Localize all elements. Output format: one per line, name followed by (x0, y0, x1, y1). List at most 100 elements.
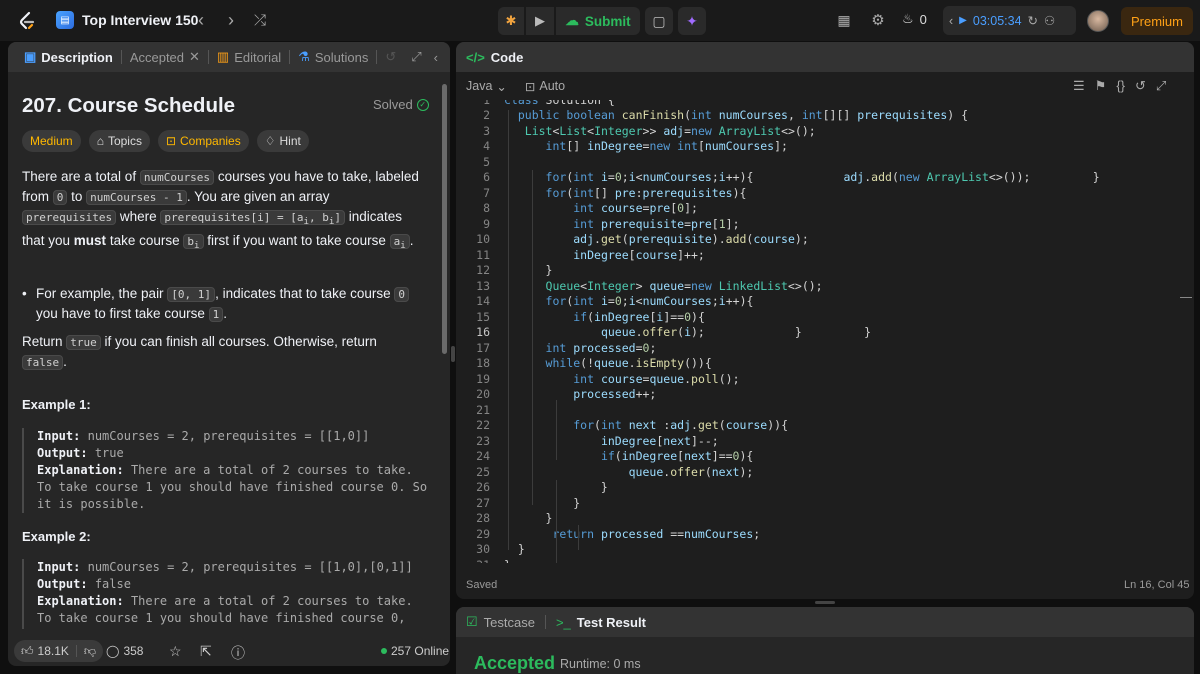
timer-value: 03:05:34 (972, 13, 1022, 28)
description-content: 207. Course Schedule Solved ✓ Medium ⌂ To… (8, 72, 442, 629)
code-panel: </> Code Java⌄ ⊡Auto ☰ ⚑ {} ↺ ⤢ 1class S… (456, 42, 1194, 599)
autocomplete-label: Auto (539, 78, 566, 93)
code-line: 12 } (476, 263, 553, 277)
code-panel-header: </> Code (456, 42, 1194, 72)
chevron-right-icon[interactable]: › (223, 10, 239, 30)
language-select[interactable]: Java ⌄ (466, 79, 507, 94)
cursor-position: Ln 16, Col 45 (1124, 579, 1190, 591)
code-line: 1class Solution { (456, 100, 1194, 108)
like-count: 18.1K (37, 644, 69, 658)
close-icon[interactable]: ✕ (189, 49, 200, 65)
shuffle-icon[interactable]: ⤮ (250, 10, 270, 30)
description-tabs: ▣ Description Accepted ✕ ▥ Editorial ⚗ S… (8, 42, 450, 72)
submit-button[interactable]: ☁ Submit (556, 7, 640, 35)
divider (544, 615, 546, 629)
braces-icon[interactable]: {} (1116, 78, 1125, 94)
expand-button[interactable]: ⤢ (405, 42, 427, 72)
like-button[interactable]: 👍︎ 18.1K 👎︎ (14, 640, 104, 662)
panel-resize-handle[interactable] (451, 346, 455, 362)
code-line: 19 int course=queue.poll(); (476, 371, 740, 386)
online-count: 257 Online (381, 644, 449, 658)
cloud-upload-icon: ☁ (565, 13, 579, 28)
help-icon[interactable]: ⓘ (231, 643, 245, 663)
tag-label: Companies (180, 134, 241, 148)
hint-tag[interactable]: ♢ Hint (256, 130, 309, 152)
code-line: 5 (483, 154, 490, 169)
timer-widget[interactable]: ‹ ▶ 03:05:34 ↻ ⚇ (943, 6, 1076, 35)
scrollbar[interactable] (442, 84, 447, 354)
run-submit-group: ✱ ▶ ☁ Submit (498, 7, 640, 35)
maximize-icon[interactable]: ⤢ (1156, 78, 1166, 94)
code-line: 22 for(int next :adj.get(course)){ (476, 418, 789, 432)
divider (289, 50, 291, 64)
autocomplete-toggle[interactable]: ⊡ Auto (525, 79, 565, 94)
avatar[interactable] (1087, 10, 1109, 32)
leetcode-logo-icon[interactable] (17, 11, 37, 31)
study-plan-icon: ▤ (56, 11, 74, 29)
tab-testcase[interactable]: Testcase (484, 615, 535, 630)
problem-list-button[interactable]: ▤ Top Interview 150 (56, 11, 198, 29)
tab-label: Editorial (234, 49, 282, 65)
code-line: 25 queue.offer(next); (476, 464, 754, 479)
gear-icon[interactable]: ⚙ (869, 11, 887, 29)
description-panel: ▣ Description Accepted ✕ ▥ Editorial ⚗ S… (8, 42, 450, 666)
example-heading: Example 1: (22, 397, 91, 412)
tab-editorial[interactable]: ▥ Editorial (211, 42, 287, 72)
check-circle-icon: ✓ (416, 98, 429, 111)
vertical-resize-handle[interactable] (815, 601, 835, 604)
share-icon[interactable]: ⇱ (200, 643, 212, 660)
comments-button[interactable]: ◯ 358 (106, 644, 143, 658)
thumbs-down-icon[interactable]: 👎︎ (84, 644, 96, 659)
code-line: 31} (456, 558, 1194, 564)
companies-tag[interactable]: ⊡ Companies (157, 130, 249, 152)
star-icon[interactable]: ☆ (169, 643, 182, 660)
format-icon[interactable]: ☰ (1073, 78, 1085, 94)
run-button[interactable]: ▶ (526, 7, 554, 35)
editor-actions: ☰ ⚑ {} ↺ ⤢ (1073, 78, 1166, 94)
code-line: 9 int prerequisite=pre[1]; (483, 216, 740, 231)
thumbs-up-icon: 👍︎ (21, 643, 34, 658)
note-button[interactable]: ▢ (645, 7, 673, 35)
result-status: Accepted (474, 653, 556, 673)
problem-title: 207. Course Schedule (22, 94, 236, 117)
chevron-left-icon[interactable]: ‹ (193, 10, 209, 30)
code-editor[interactable]: 1class Solution {2 public boolean canFin… (456, 100, 1194, 563)
bookmark-icon[interactable]: ⚑ (1095, 78, 1107, 94)
indent-guide (508, 110, 509, 550)
collapse-button[interactable]: ‹ (428, 42, 444, 72)
problem-list-title: Top Interview 150 (82, 12, 199, 28)
document-icon: ▣ (24, 49, 37, 64)
reset-icon[interactable]: ↻ (1028, 13, 1038, 28)
divider (207, 50, 209, 64)
chevron-left-icon[interactable]: ‹ (949, 14, 953, 28)
submit-label: Submit (584, 13, 631, 29)
tab-solutions[interactable]: ⚗ Solutions (292, 42, 374, 72)
ai-assist-button[interactable]: ✦ (678, 7, 706, 35)
play-icon[interactable]: ▶ (959, 15, 967, 26)
debug-button[interactable]: ✱ (498, 7, 524, 35)
tab-test-result[interactable]: Test Result (577, 615, 646, 630)
reset-icon[interactable]: ↺ (1135, 78, 1146, 94)
tab-accepted[interactable]: Accepted ✕ (124, 42, 206, 72)
code-line: 4 int[] inDegree=new int[numCourses]; (483, 139, 788, 153)
premium-button[interactable]: Premium (1121, 7, 1193, 35)
difficulty-badge[interactable]: Medium (22, 130, 81, 152)
history-icon: ↺ (385, 49, 397, 64)
problem-tags: Medium ⌂ Topics ⊡ Companies ♢ Hint (22, 130, 309, 152)
scroll-marker (1180, 297, 1192, 298)
tab-description[interactable]: ▣ Description (18, 42, 119, 72)
example-block: Input: numCourses = 2, prerequisites = [… (22, 428, 432, 513)
layout-icon[interactable]: ▦ (835, 11, 853, 29)
add-user-icon[interactable]: ⚇ (1044, 13, 1055, 28)
tab-submissions[interactable]: ↺ (379, 42, 402, 72)
indent-guide (532, 355, 533, 505)
code-line: 26 } (476, 480, 608, 494)
indent-guide (556, 480, 557, 563)
example-block: Input: numCourses = 2, prerequisites = [… (22, 559, 432, 629)
runtime-label: Runtime: 0 ms (560, 657, 641, 671)
tag-label: Topics (107, 134, 142, 148)
streak-counter[interactable]: ♨ 0 (902, 11, 927, 27)
code-line: 29 return processed ==numCourses; (476, 526, 761, 541)
code-line: 24 if(inDegree[next]==0){ (476, 449, 754, 463)
topics-tag[interactable]: ⌂ Topics (88, 130, 150, 152)
